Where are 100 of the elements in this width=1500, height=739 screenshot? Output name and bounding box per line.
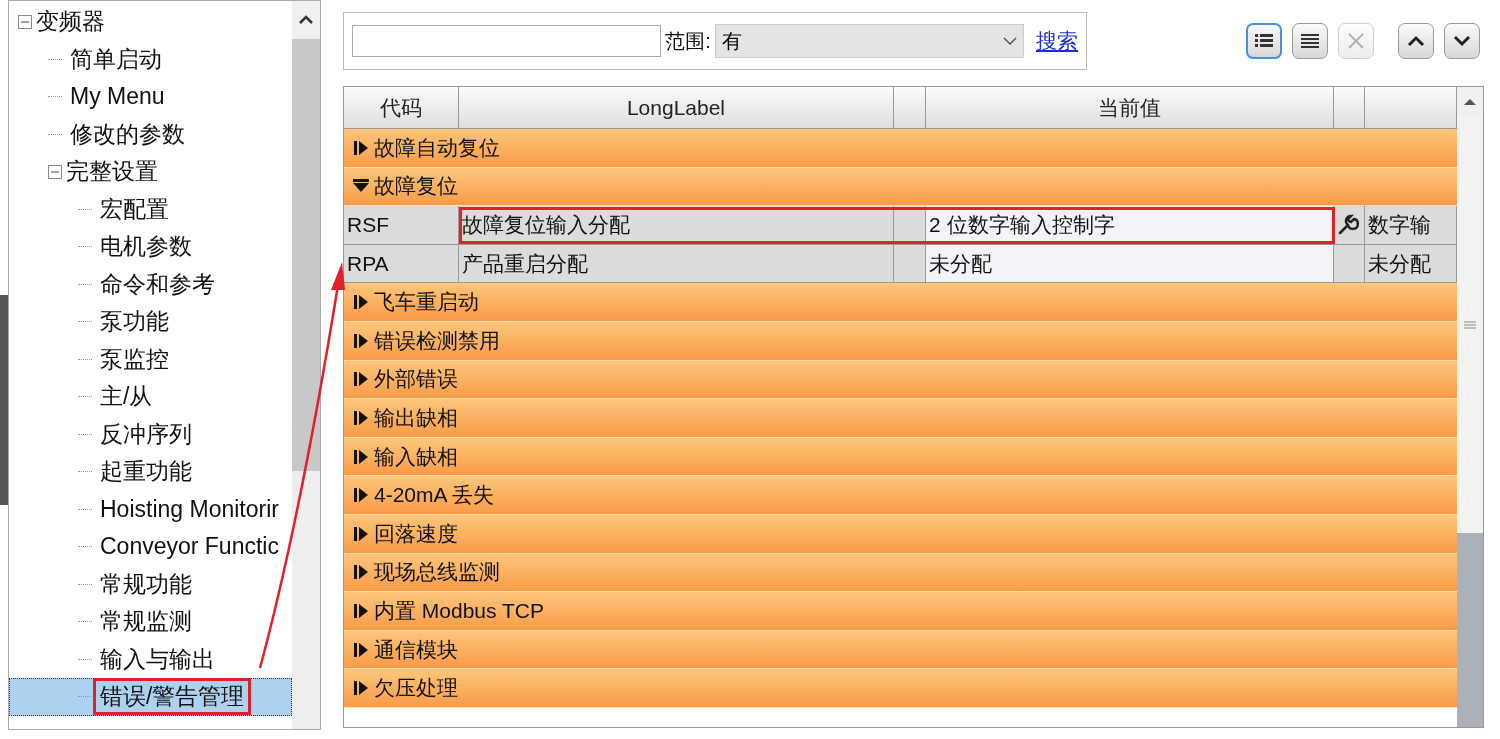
expand-icon[interactable] <box>352 563 370 582</box>
tree-item-label: 输入与输出 <box>99 644 216 674</box>
code-cell: RPA <box>344 244 459 284</box>
expand-icon[interactable] <box>352 331 370 350</box>
tree-item[interactable]: My Menu <box>9 78 292 116</box>
column-header[interactable]: 代码 <box>344 87 459 129</box>
toolbar-button[interactable] <box>1292 23 1328 59</box>
tree-item-label: 修改的参数 <box>69 119 186 149</box>
toolbar-button[interactable] <box>1444 23 1480 59</box>
group-row[interactable]: 故障复位 <box>344 167 1457 207</box>
tree-item[interactable]: Hoisting Monitorir <box>9 490 292 528</box>
tree-item[interactable]: 常规监测 <box>9 603 292 641</box>
scope-dropdown[interactable]: 有 <box>714 24 1024 58</box>
parameter-row[interactable]: RPA 产品重启分配 未分配 未分配 <box>344 244 1457 284</box>
tree-item-label: 简单启动 <box>69 44 163 74</box>
group-row[interactable]: 内置 Modbus TCP <box>344 592 1457 631</box>
tree-item-label: 起重功能 <box>99 457 193 487</box>
group-row[interactable]: 飞车重启动 <box>344 283 1457 322</box>
tree-item-label: 电机参数 <box>99 232 193 262</box>
parameter-row[interactable]: RSF 故障复位输入分配 2 位数字输入控制字 数字输 <box>344 206 1457 245</box>
toolbar-button[interactable] <box>1246 23 1282 59</box>
group-label: 通信模块 <box>374 636 458 663</box>
tree-item-label: 主/从 <box>99 382 154 412</box>
tree-item-label: 泵监控 <box>99 344 170 374</box>
tree-item[interactable]: 主/从 <box>9 378 292 416</box>
group-label: 欠压处理 <box>374 675 458 702</box>
group-row[interactable]: 欠压处理 <box>344 669 1457 708</box>
scroll-thumb[interactable] <box>292 39 320 471</box>
toolbar-button[interactable] <box>1398 23 1434 59</box>
tree-item[interactable]: 反冲序列 <box>9 415 292 453</box>
column-header[interactable]: 当前值 <box>926 87 1334 129</box>
group-row[interactable]: 输出缺相 <box>344 399 1457 438</box>
expand-icon[interactable] <box>352 138 370 157</box>
group-row[interactable]: 现场总线监测 <box>344 553 1457 593</box>
search-link[interactable]: 搜索 <box>1036 27 1078 55</box>
list-icon <box>1300 33 1320 49</box>
group-label: 输入缺相 <box>374 443 458 470</box>
group-row[interactable]: 4-20mA 丢失 <box>344 476 1457 515</box>
search-field[interactable] <box>352 25 662 57</box>
tree-item[interactable]: 简单启动 <box>9 40 292 78</box>
tools-icon <box>1346 31 1366 51</box>
column-header[interactable] <box>1365 87 1457 129</box>
expand-icon[interactable] <box>352 447 370 466</box>
tree-item[interactable]: 起重功能 <box>9 453 292 491</box>
expand-icon[interactable] <box>352 524 370 543</box>
tree-item[interactable]: 宏配置 <box>9 190 292 228</box>
panel-handle[interactable] <box>0 295 8 505</box>
group-label: 回落速度 <box>374 520 458 547</box>
column-header[interactable]: LongLabel <box>459 87 894 129</box>
tree-item-label: Conveyor Functic <box>99 533 280 561</box>
tree-item-label: 命令和参考 <box>99 269 216 299</box>
tree-item[interactable]: 修改的参数 <box>9 115 292 153</box>
group-row[interactable]: 输入缺相 <box>344 437 1457 477</box>
grip-icon <box>1464 319 1476 330</box>
scroll-thumb[interactable] <box>1457 116 1483 534</box>
tree-item-label: 错误/警告管理 <box>96 681 249 713</box>
expand-icon[interactable] <box>352 408 370 427</box>
chevron-down-icon <box>1453 35 1471 47</box>
tree-item[interactable]: Conveyor Functic <box>9 528 292 566</box>
group-row[interactable]: 通信模块 <box>344 630 1457 670</box>
expand-icon[interactable] <box>352 679 370 698</box>
wrench-icon[interactable] <box>1337 214 1359 236</box>
scroll-up-icon[interactable] <box>298 15 314 25</box>
group-label: 故障复位 <box>374 173 458 200</box>
scroll-up-icon[interactable] <box>1463 97 1477 106</box>
group-label: 输出缺相 <box>374 404 458 431</box>
group-label: 故障自动复位 <box>374 134 500 161</box>
expand-icon[interactable] <box>352 640 370 659</box>
tree-item[interactable]: 命令和参考 <box>9 265 292 303</box>
tree-item[interactable]: 错误/警告管理 <box>9 678 292 716</box>
chevron-up-icon <box>1407 35 1425 47</box>
tree-item[interactable]: 输入与输出 <box>9 640 292 678</box>
scope-label: 范围: <box>665 28 711 54</box>
tree-item[interactable]: 常规功能 <box>9 565 292 603</box>
expand-icon[interactable] <box>352 370 370 389</box>
tree-item[interactable]: 电机参数 <box>9 228 292 266</box>
tree-item-label: My Menu <box>69 83 166 111</box>
tree-item-label: 反冲序列 <box>99 419 193 449</box>
tree-scrollbar[interactable] <box>292 1 320 729</box>
group-row[interactable]: 外部错误 <box>344 360 1457 400</box>
tree-item[interactable]: 变频器 <box>9 3 292 41</box>
group-label: 外部错误 <box>374 366 458 393</box>
group-row[interactable]: 错误检测禁用 <box>344 321 1457 361</box>
caret-icon <box>1003 36 1017 46</box>
expand-icon[interactable] <box>352 486 370 505</box>
details-list-icon <box>1254 33 1274 49</box>
column-header[interactable] <box>1334 87 1365 129</box>
group-label: 飞车重启动 <box>374 289 479 316</box>
value-cell[interactable]: 未分配 <box>926 244 1334 284</box>
group-label: 4-20mA 丢失 <box>374 482 495 509</box>
tree-item-label: 宏配置 <box>99 194 170 224</box>
tree-item[interactable]: 泵功能 <box>9 303 292 341</box>
tree-item[interactable]: 完整设置 <box>9 153 292 191</box>
tree-item[interactable]: 泵监控 <box>9 340 292 378</box>
group-row[interactable]: 回落速度 <box>344 514 1457 554</box>
group-row[interactable]: 故障自动复位 <box>344 129 1457 168</box>
tree-item-label: 变频器 <box>35 7 106 37</box>
column-header[interactable] <box>894 87 926 129</box>
expand-icon[interactable] <box>352 293 370 312</box>
expand-icon[interactable] <box>352 601 370 620</box>
